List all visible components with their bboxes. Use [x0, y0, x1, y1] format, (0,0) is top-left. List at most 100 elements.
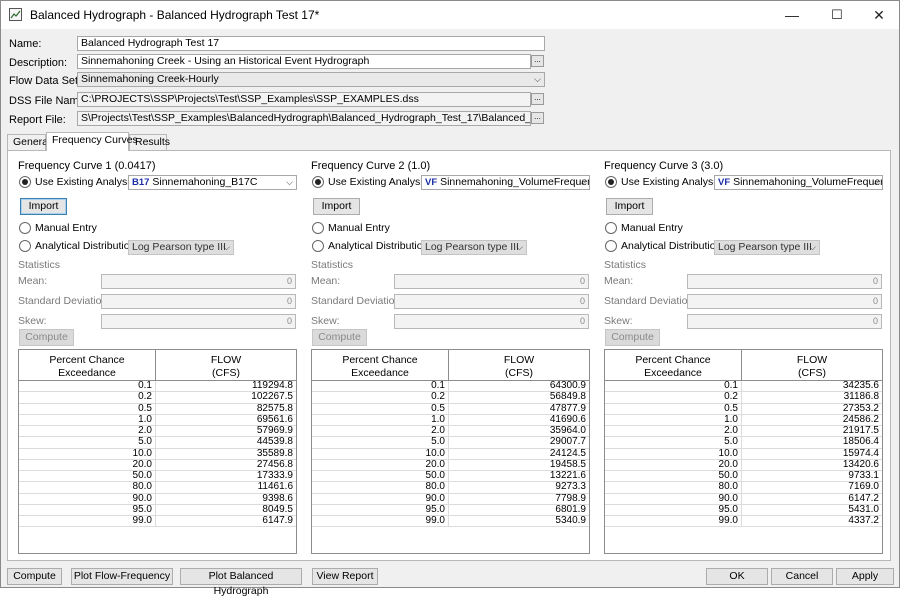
- analytical-distribution-radio[interactable]: [605, 240, 617, 252]
- percent-exceedance-cell[interactable]: 0.5: [312, 403, 449, 415]
- report-file-browse-button[interactable]: ...: [531, 112, 544, 124]
- dss-file-browse-button[interactable]: ...: [531, 93, 544, 105]
- distribution-select[interactable]: Log Pearson type III ⌵: [714, 240, 820, 255]
- table-row[interactable]: 80.0 7169.0: [605, 482, 882, 494]
- percent-exceedance-cell[interactable]: 2.0: [312, 425, 449, 437]
- percent-exceedance-cell[interactable]: 0.5: [605, 403, 742, 415]
- table-row[interactable]: 1.0 41690.6: [312, 414, 589, 426]
- table-row[interactable]: 90.0 7798.9: [312, 493, 589, 505]
- flow-cell[interactable]: 6147.9: [156, 515, 296, 527]
- flow-cell[interactable]: 19458.5: [449, 459, 589, 471]
- flow-cell[interactable]: 69561.6: [156, 414, 296, 426]
- flow-cell[interactable]: 17333.9: [156, 470, 296, 482]
- percent-exceedance-cell[interactable]: 10.0: [312, 448, 449, 460]
- analytical-distribution-radio[interactable]: [312, 240, 324, 252]
- table-row[interactable]: 0.1 34235.6: [605, 380, 882, 393]
- use-existing-radio[interactable]: [312, 176, 324, 188]
- minimize-button[interactable]: —: [770, 1, 814, 29]
- close-button[interactable]: ✕: [857, 1, 900, 29]
- flow-cell[interactable]: 27456.8: [156, 459, 296, 471]
- table-row[interactable]: 95.0 6801.9: [312, 504, 589, 516]
- percent-exceedance-cell[interactable]: 0.1: [19, 380, 156, 392]
- flow-cell[interactable]: 24124.5: [449, 448, 589, 460]
- existing-analysis-select[interactable]: VF Sinnemahoning_VolumeFrequency ⌵: [421, 175, 590, 190]
- flow-cell[interactable]: 27353.2: [742, 403, 882, 415]
- std-dev-field[interactable]: 0: [101, 294, 296, 309]
- tab-frequency-curves[interactable]: Frequency Curves: [46, 132, 138, 151]
- flow-cell[interactable]: 7798.9: [449, 493, 589, 505]
- flow-cell[interactable]: 6801.9: [449, 504, 589, 516]
- percent-exceedance-cell[interactable]: 99.0: [19, 515, 156, 527]
- description-field[interactable]: Sinnemahoning Creek - Using an Historica…: [77, 54, 531, 69]
- existing-analysis-select[interactable]: B17 Sinnemahoning_B17C ⌵: [128, 175, 297, 190]
- existing-analysis-select[interactable]: VF Sinnemahoning_VolumeFrequency ⌵: [714, 175, 883, 190]
- table-row[interactable]: 2.0 35964.0: [312, 425, 589, 438]
- percent-exceedance-cell[interactable]: 5.0: [19, 437, 156, 449]
- table-row[interactable]: 20.0 27456.8: [19, 459, 296, 471]
- percent-exceedance-cell[interactable]: 80.0: [312, 482, 449, 494]
- mean-field[interactable]: 0: [687, 274, 882, 289]
- percent-exceedance-cell[interactable]: 0.1: [312, 380, 449, 392]
- skew-field[interactable]: 0: [687, 314, 882, 329]
- percent-exceedance-cell[interactable]: 99.0: [312, 515, 449, 527]
- flow-cell[interactable]: 64300.9: [449, 380, 589, 392]
- table-row[interactable]: 0.5 47877.9: [312, 403, 589, 415]
- percent-exceedance-cell[interactable]: 2.0: [19, 425, 156, 437]
- flow-cell[interactable]: 5431.0: [742, 504, 882, 516]
- analytical-distribution-radio[interactable]: [19, 240, 31, 252]
- table-row[interactable]: 50.0 17333.9: [19, 470, 296, 483]
- flow-cell[interactable]: 57969.9: [156, 425, 296, 437]
- table-row[interactable]: 5.0 29007.7: [312, 437, 589, 449]
- percent-exceedance-cell[interactable]: 1.0: [19, 414, 156, 426]
- flow-cell[interactable]: 82575.8: [156, 403, 296, 415]
- flow-cell[interactable]: 15974.4: [742, 448, 882, 460]
- percent-exceedance-cell[interactable]: 1.0: [605, 414, 742, 426]
- percent-exceedance-cell[interactable]: 1.0: [312, 414, 449, 426]
- percent-exceedance-cell[interactable]: 10.0: [605, 448, 742, 460]
- maximize-button[interactable]: ☐: [815, 1, 859, 29]
- table-row[interactable]: 5.0 44539.8: [19, 437, 296, 449]
- flow-cell[interactable]: 56849.8: [449, 392, 589, 403]
- import-button[interactable]: Import: [20, 198, 67, 215]
- percent-exceedance-cell[interactable]: 99.0: [605, 515, 742, 527]
- table-row[interactable]: 20.0 13420.6: [605, 459, 882, 471]
- flow-cell[interactable]: 119294.8: [156, 380, 296, 392]
- view-report-button[interactable]: View Report: [312, 568, 378, 585]
- description-browse-button[interactable]: ...: [531, 55, 544, 67]
- distribution-select[interactable]: Log Pearson type III ⌵: [421, 240, 527, 255]
- flow-data-set-select[interactable]: Sinnemahoning Creek-Hourly ⌵: [77, 72, 545, 87]
- percent-exceedance-cell[interactable]: 5.0: [605, 437, 742, 449]
- table-row[interactable]: 50.0 9733.1: [605, 470, 882, 483]
- table-row[interactable]: 0.2 102267.5: [19, 392, 296, 404]
- flow-cell[interactable]: 5340.9: [449, 515, 589, 527]
- distribution-select[interactable]: Log Pearson type III ⌵: [128, 240, 234, 255]
- use-existing-radio[interactable]: [605, 176, 617, 188]
- table-row[interactable]: 20.0 19458.5: [312, 459, 589, 471]
- flow-cell[interactable]: 35964.0: [449, 425, 589, 437]
- percent-exceedance-cell[interactable]: 0.2: [19, 392, 156, 404]
- manual-entry-radio[interactable]: [312, 222, 324, 234]
- percent-exceedance-cell[interactable]: 0.1: [605, 380, 742, 392]
- table-row[interactable]: 99.0 6147.9: [19, 515, 296, 528]
- table-row[interactable]: 1.0 69561.6: [19, 414, 296, 426]
- percent-exceedance-cell[interactable]: 80.0: [19, 482, 156, 494]
- table-row[interactable]: 95.0 5431.0: [605, 504, 882, 516]
- table-row[interactable]: 2.0 57969.9: [19, 425, 296, 438]
- table-row[interactable]: 0.5 27353.2: [605, 403, 882, 415]
- report-file-field[interactable]: S\Projects\Test\SSP_Examples\BalancedHyd…: [77, 111, 531, 126]
- table-row[interactable]: 90.0 9398.6: [19, 493, 296, 505]
- percent-exceedance-cell[interactable]: 80.0: [605, 482, 742, 494]
- panel-compute-button[interactable]: Compute: [312, 329, 367, 346]
- flow-cell[interactable]: 13420.6: [742, 459, 882, 471]
- name-field[interactable]: Balanced Hydrograph Test 17: [77, 36, 545, 51]
- mean-field[interactable]: 0: [394, 274, 589, 289]
- flow-cell[interactable]: 41690.6: [449, 414, 589, 426]
- percent-exceedance-cell[interactable]: 0.5: [19, 403, 156, 415]
- table-row[interactable]: 10.0 15974.4: [605, 448, 882, 460]
- percent-exceedance-cell[interactable]: 90.0: [19, 493, 156, 505]
- skew-field[interactable]: 0: [394, 314, 589, 329]
- table-row[interactable]: 50.0 13221.6: [312, 470, 589, 483]
- percent-exceedance-cell[interactable]: 90.0: [605, 493, 742, 505]
- flow-cell[interactable]: 47877.9: [449, 403, 589, 415]
- table-row[interactable]: 90.0 6147.2: [605, 493, 882, 505]
